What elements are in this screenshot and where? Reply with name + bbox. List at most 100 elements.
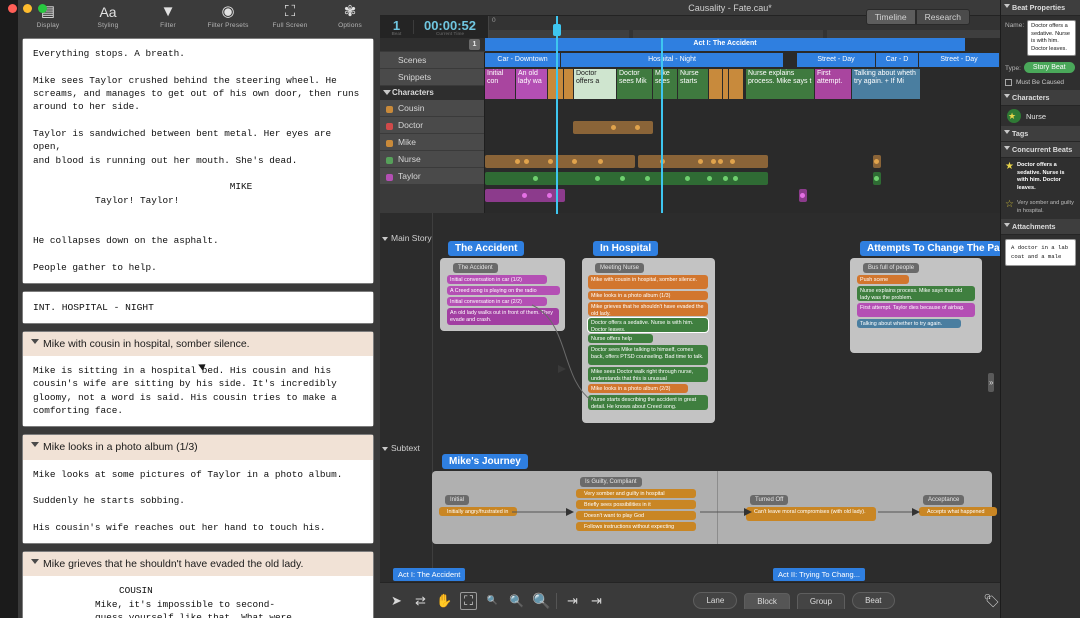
close-window-button[interactable] (8, 4, 17, 13)
story-card[interactable]: Mike grieves that he shouldn't have evad… (588, 302, 708, 316)
filter-presets-button[interactable]: ◉ Filter Presets (198, 3, 258, 29)
story-card[interactable]: Nurse starts describing the accident in … (588, 395, 708, 410)
snippet-bar-selected[interactable]: Doctor offers a (574, 69, 616, 99)
story-card[interactable]: Mike looks in a photo album (2/3) (588, 384, 688, 393)
snippet-bar[interactable]: Initial con (485, 69, 515, 99)
expand-right-chevron-icon[interactable]: » (988, 373, 994, 392)
character-clip-mike[interactable] (638, 155, 768, 168)
mode-beat-button[interactable]: Beat (852, 592, 894, 609)
story-card[interactable]: First attempt. Taylor dies because of ai… (857, 303, 975, 317)
story-card[interactable]: Doctor sees Mike talking to himself, com… (588, 345, 708, 365)
must-be-caused-row[interactable]: Must Be Caused (1001, 75, 1080, 90)
track-header-scenes[interactable]: Scenes (380, 52, 484, 69)
lane-title-in-hospital[interactable]: In Hospital (593, 241, 658, 256)
snippet-bar[interactable] (729, 69, 743, 99)
track-header-mike[interactable]: Mike (380, 134, 484, 151)
chevron-down-icon[interactable] (1004, 130, 1010, 134)
snippet-bar[interactable]: Doctor sees Mik (617, 69, 652, 99)
screenplay-card[interactable]: Everything stops. A breath. Mike sees Ta… (22, 38, 374, 284)
snippet-bar[interactable] (564, 69, 573, 99)
story-card[interactable]: Mike looks in a photo album (1/3) (588, 291, 708, 300)
subtext-card[interactable]: Accepts what happened (919, 507, 997, 516)
snippet-bar[interactable] (558, 69, 563, 99)
story-card[interactable]: Mike sees Doctor walk right through nurs… (588, 367, 708, 382)
screenplay-card[interactable]: Mike grieves that he shouldn't have evad… (22, 551, 374, 618)
story-card-selected[interactable]: Doctor offers a sedative. Nurse is with … (588, 318, 708, 332)
snippet-bar[interactable] (709, 69, 722, 99)
zoom-medium-icon[interactable]: 🔍 (508, 594, 525, 608)
mode-block-button[interactable]: Block (744, 593, 790, 609)
group-tag[interactable]: Bus full of people (863, 263, 919, 273)
full-screen-button[interactable]: ⛶ Full Screen (260, 3, 320, 29)
tag-icon[interactable]: 🏷 (983, 593, 1000, 609)
snippet-bar[interactable]: Mike sees (653, 69, 677, 99)
subtext-card[interactable]: Very somber and guilty in hospital (576, 489, 696, 498)
chevron-down-icon[interactable] (31, 339, 39, 344)
snippet-bar[interactable]: Talking about wheth try again. + If Mi (852, 69, 920, 99)
acts-group-row[interactable]: 1 (380, 38, 485, 52)
group-tag[interactable]: Is Guilty, Compliant (580, 477, 642, 487)
lane-title-attempts[interactable]: Attempts To Change The Past (860, 241, 1016, 256)
scene-bar[interactable]: Street - Day (797, 53, 875, 67)
track-header-doctor[interactable]: Doctor (380, 117, 484, 134)
timeline-canvas[interactable]: Act I: The Accident Car - Downtown Hospi… (485, 38, 1080, 213)
scene-bar[interactable]: Hospital - Night (561, 53, 783, 67)
group-tag[interactable]: The Accident (453, 263, 498, 273)
zoom-small-icon[interactable]: 🔍 (484, 595, 501, 606)
name-field[interactable]: Doctor offers a sedative. Nurse is with … (1027, 20, 1076, 56)
beat-header[interactable]: Mike with cousin in hospital, somber sil… (23, 332, 373, 356)
window-controls[interactable] (8, 4, 47, 13)
character-clip-taylor[interactable] (799, 189, 807, 202)
lane-title-mikes-journey[interactable]: Mike's Journey (442, 454, 528, 469)
chevron-down-icon[interactable] (1004, 146, 1010, 150)
character-row-nurse[interactable]: ★ Nurse (1001, 106, 1080, 126)
scene-bar[interactable]: Car - D (876, 53, 918, 67)
concurrent-beat-row[interactable]: ☆ Very somber and guilty in hospital. (1001, 196, 1080, 219)
chevron-down-icon[interactable] (31, 559, 39, 564)
screenplay-scroll-area[interactable]: Everything stops. A breath. Mike sees Ta… (18, 38, 380, 618)
character-clip-cousin[interactable] (573, 121, 653, 134)
timeline-group-characters[interactable]: Characters (380, 86, 484, 100)
track-header-nurse[interactable]: Nurse (380, 151, 484, 168)
pointer-icon[interactable]: ➤ (388, 593, 405, 609)
fit-icon[interactable]: ⛶ (460, 592, 477, 610)
type-select[interactable]: Story Beat (1024, 62, 1075, 73)
section-beat-properties[interactable]: Beat Properties (1001, 0, 1080, 16)
character-clip-mike[interactable] (873, 155, 881, 168)
act-tag[interactable]: Act II: Trying To Chang... (773, 568, 865, 581)
story-card[interactable]: Push scene (857, 275, 909, 284)
beat-counter[interactable]: 1 Beat (380, 18, 413, 36)
mode-lane-button[interactable]: Lane (693, 592, 737, 609)
playhead[interactable] (556, 16, 558, 214)
chevron-down-icon[interactable] (1004, 4, 1010, 8)
screenplay-card[interactable]: Mike with cousin in hospital, somber sil… (22, 331, 374, 428)
concurrent-beat-row[interactable]: ★ Doctor offers a sedative. Nurse is wit… (1001, 158, 1080, 196)
group-tag[interactable]: Initial (445, 495, 469, 505)
scene-bar[interactable]: Street - Day (919, 53, 999, 67)
snippet-bar[interactable]: Nurse explains process. Mike says t (746, 69, 814, 99)
lane-title-the-accident[interactable]: The Accident (448, 241, 524, 256)
chevron-down-icon[interactable] (382, 237, 388, 241)
chevron-down-icon[interactable] (382, 447, 388, 451)
chevron-down-icon[interactable] (31, 442, 39, 447)
options-button[interactable]: ✾ Options (320, 3, 380, 29)
story-map-view[interactable]: Main Story Subtext The Accident The Acci… (380, 213, 1080, 573)
tab-research[interactable]: Research (916, 9, 970, 25)
group-tag[interactable]: Meeting Nurse (595, 263, 644, 273)
maximize-window-button[interactable] (38, 4, 47, 13)
must-be-caused-checkbox[interactable] (1005, 79, 1012, 86)
story-card[interactable]: Mike with cousin in hospital, somber sil… (588, 275, 708, 289)
scene-bar[interactable]: Car - Downtown (485, 53, 560, 67)
track-header-cousin[interactable]: Cousin (380, 100, 484, 117)
timecode-display[interactable]: 00:00:52 Current Time (414, 18, 486, 36)
attachment-preview[interactable]: A doctor in a lab coat and a male (1005, 239, 1076, 266)
beat-header[interactable]: Mike looks in a photo album (1/3) (23, 435, 373, 459)
chevron-down-icon[interactable] (1004, 94, 1010, 98)
character-clip-nurse[interactable] (873, 172, 881, 185)
zoom-large-icon[interactable]: 🔍 (532, 592, 549, 610)
minimize-window-button[interactable] (23, 4, 32, 13)
step-forward-icon[interactable]: ⇥ (564, 593, 581, 609)
snippet-bar[interactable]: An old lady wa (516, 69, 547, 99)
section-characters[interactable]: Characters (1001, 90, 1080, 106)
snippet-bar[interactable] (723, 69, 728, 99)
